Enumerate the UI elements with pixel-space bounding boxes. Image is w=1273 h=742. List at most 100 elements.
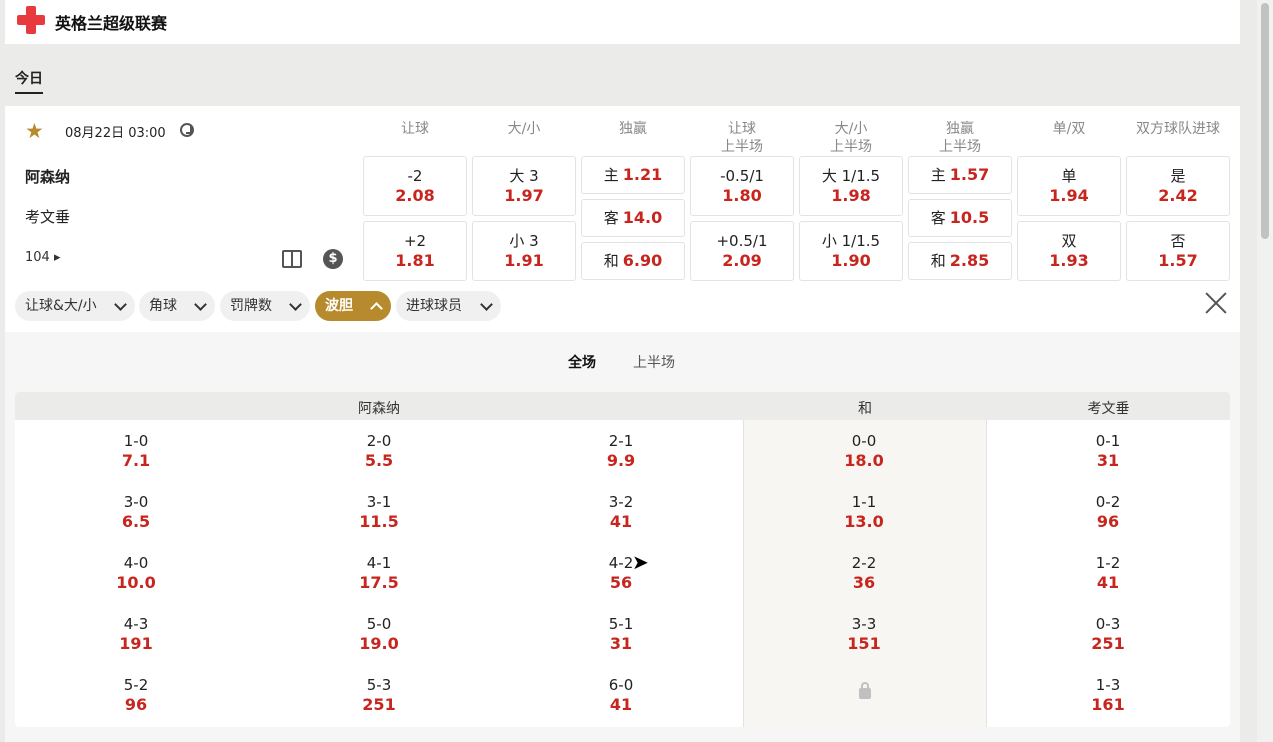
dollar-icon[interactable]: $ [323,249,343,269]
odds-button-x12_ht[interactable]: 主 1.57 [908,156,1012,194]
score-cell[interactable]: 5-1 31 [500,615,742,654]
odds-label: 是 [1170,167,1186,185]
score-label: 2-1 [608,432,634,450]
filter-chip-label: 让球&大/小 [25,298,97,314]
score-odds: 151 [847,634,881,653]
odds-button-hdp_ht[interactable]: +0.5/1 2.09 [690,221,794,281]
period-tab-fulltime[interactable]: 全场 [568,352,596,372]
score-odds: 13.0 [844,512,884,531]
odds-button-x12[interactable]: 客 14.0 [581,199,685,237]
score-label: 5-2 [123,676,149,694]
column-header-subline: 上半场 [721,139,763,155]
score-cell[interactable]: 0-1 31 [987,432,1229,471]
odds-button-btts[interactable]: 是 2.42 [1126,156,1230,216]
correct-score-panel: 全场 上半场 阿森纳 和 考文垂 1-0 7.1 2-0 5.5 2-1 9.9 0-0 18… [5,332,1240,742]
score-cell[interactable]: 0-0 18.0 [743,432,985,471]
odds-button-ou[interactable]: 大 3 1.97 [472,156,576,216]
filter-chip[interactable]: 让球&大/小 [15,291,135,321]
score-cell[interactable]: 1-3 161 [987,676,1229,715]
odds-label: 主 [930,166,946,184]
odds-value: 6.90 [622,251,663,270]
filter-chip-label: 角球 [149,298,177,314]
odds-button-hdp[interactable]: -2 2.08 [363,156,467,216]
score-cell[interactable]: 6-0 41 [500,676,742,715]
score-label: 0-3 [1095,615,1121,633]
filter-chip[interactable]: 波胆 [315,291,391,321]
match-datetime: 08月22日 03:00 [65,126,166,141]
column-header: 单/双 [1017,120,1121,138]
score-label: 4-0 [123,554,149,572]
filter-chip[interactable]: 进球球员 [396,291,501,321]
odds-label: -0.5/1 [720,167,764,185]
score-odds: 5.5 [364,451,394,470]
odds-button-hdp[interactable]: +2 1.81 [363,221,467,281]
score-cell[interactable]: 3-2 41 [500,493,742,532]
score-label: 5-0 [366,615,392,633]
odds-button-x12[interactable]: 和 6.90 [581,242,685,280]
score-cell[interactable]: 4-2 56 [500,554,742,593]
score-cell[interactable]: 0-3 251 [987,615,1229,654]
odds-label: 双 [1061,232,1077,250]
scrollbar[interactable] [1257,0,1273,742]
score-odds: 191 [119,634,153,653]
score-cell[interactable]: 1-0 7.1 [15,432,257,471]
period-tab-firsthalf[interactable]: 上半场 [633,352,675,372]
odds-button-oe[interactable]: 双 1.93 [1017,221,1121,281]
score-cell[interactable]: 1-2 41 [987,554,1229,593]
column-header-line: 双方球队进球 [1136,121,1220,137]
tab-today[interactable]: 今日 [15,68,43,94]
score-cell[interactable]: 1-1 13.0 [743,493,985,532]
odds-button-btts[interactable]: 否 1.57 [1126,221,1230,281]
score-cell[interactable]: 2-2 36 [743,554,985,593]
score-cell[interactable]: 5-0 19.0 [258,615,500,654]
score-cell[interactable]: 0-2 96 [987,493,1229,532]
score-cell[interactable]: 3-1 11.5 [258,493,500,532]
close-icon[interactable] [1205,292,1227,314]
filter-chip[interactable]: 角球 [139,291,215,321]
column-header-line: 让球 [401,121,429,137]
league-title: 英格兰超级联赛 [55,14,168,33]
score-odds: 161 [1091,695,1125,714]
odds-button-ou_ht[interactable]: 小 1/1.5 1.90 [799,221,903,281]
score-cell[interactable]: 2-1 9.9 [500,432,742,471]
column-header-line: 单/双 [1052,121,1086,137]
score-cell[interactable]: 5-3 251 [258,676,500,715]
odds-value: 1.57 [1158,251,1198,270]
filter-chip[interactable]: 罚牌数 [220,291,310,321]
score-cell[interactable]: 3-3 151 [743,615,985,654]
column-header: 独赢 [581,120,685,138]
score-odds: 6.5 [121,512,151,531]
column-header-line: 独赢 [619,121,647,137]
score-cell[interactable]: 2-0 5.5 [258,432,500,471]
score-odds: 96 [124,695,148,714]
odds-button-x12[interactable]: 主 1.21 [581,156,685,194]
odds-button-x12_ht[interactable]: 和 2.85 [908,242,1012,280]
odds-value: 1.80 [722,186,762,205]
score-label: 1-1 [851,493,877,511]
chevron-down-icon [289,298,302,311]
star-icon[interactable]: ★ [25,121,45,142]
score-cell[interactable]: 4-1 17.5 [258,554,500,593]
header-away: 考文垂 [1087,401,1130,417]
odds-button-oe[interactable]: 单 1.94 [1017,156,1121,216]
score-cell[interactable]: 4-3 191 [15,615,257,654]
score-cell[interactable]: 5-2 96 [15,676,257,715]
score-cell[interactable]: 4-0 10.0 [15,554,257,593]
filter-chip-label: 波胆 [325,298,353,314]
more-markets-link[interactable]: 104 ▸ [25,250,61,265]
odds-button-hdp_ht[interactable]: -0.5/1 1.80 [690,156,794,216]
odds-button-x12_ht[interactable]: 客 10.5 [908,199,1012,237]
column-header-subline: 上半场 [939,139,981,155]
odds-button-ou_ht[interactable]: 大 1/1.5 1.98 [799,156,903,216]
score-label: 3-1 [366,493,392,511]
pitch-icon[interactable] [282,250,302,268]
scrollbar-thumb[interactable] [1261,3,1269,239]
score-cell[interactable]: 3-0 6.5 [15,493,257,532]
column-header: 让球 [363,120,467,138]
column-header: 大/小 上半场 [799,120,903,156]
odds-button-ou[interactable]: 小 3 1.91 [472,221,576,281]
odds-value: 2.08 [395,186,435,205]
score-label: 4-1 [366,554,392,572]
odds-value: 1.93 [1049,251,1089,270]
correct-score-grid: 阿森纳 和 考文垂 1-0 7.1 2-0 5.5 2-1 9.9 0-0 18.0 0-1 31… [15,392,1230,727]
